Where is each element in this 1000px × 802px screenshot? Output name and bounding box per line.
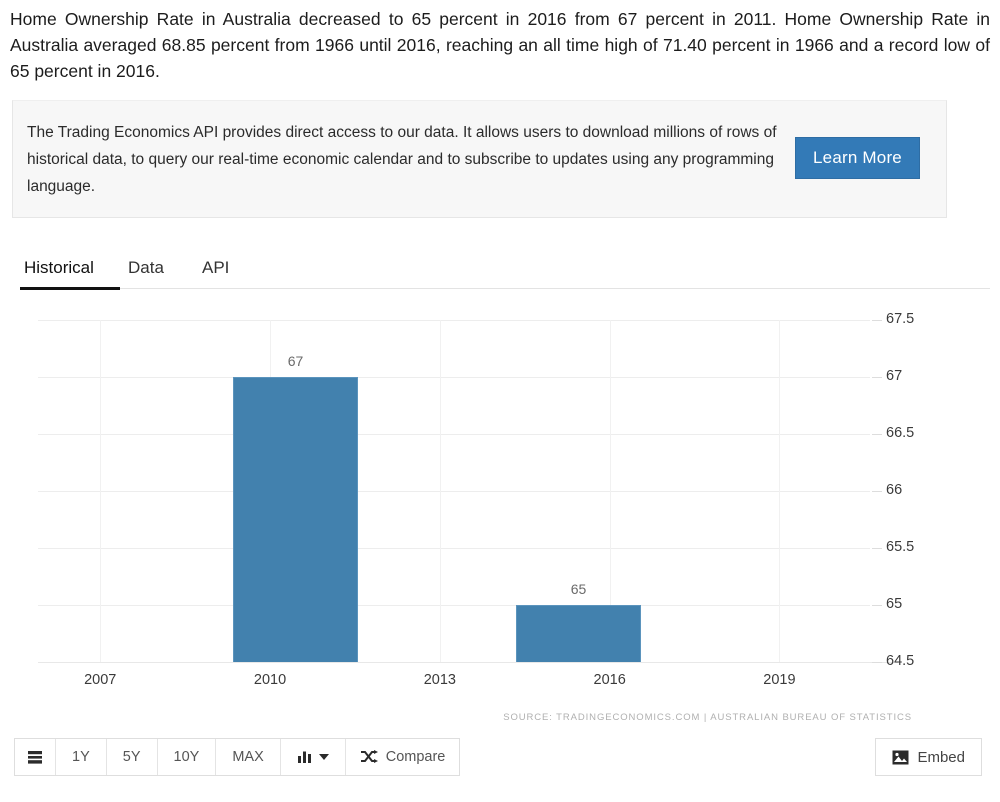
chart-bar-value-label: 67 bbox=[287, 353, 304, 369]
chart-bar[interactable] bbox=[515, 605, 642, 662]
y-axis-tick bbox=[872, 662, 882, 663]
y-axis-tick bbox=[872, 377, 882, 378]
x-axis-label: 2016 bbox=[593, 672, 626, 688]
caret-down-icon bbox=[318, 753, 329, 761]
y-axis-label: 66.5 bbox=[886, 425, 915, 441]
compare-button[interactable]: Compare bbox=[345, 739, 460, 775]
embed-button[interactable]: Embed bbox=[875, 738, 982, 776]
y-axis-label: 65.5 bbox=[886, 539, 915, 555]
x-axis-line bbox=[38, 662, 898, 663]
tab-bar-divider bbox=[120, 288, 990, 289]
x-axis-label: 2013 bbox=[423, 672, 456, 688]
range-max-button[interactable]: MAX bbox=[216, 739, 281, 775]
x-axis-label: 2010 bbox=[253, 672, 287, 688]
tab-bar: Historical Data API bbox=[10, 248, 990, 290]
list-icon bbox=[27, 750, 43, 765]
page-root: Home Ownership Rate in Australia decreas… bbox=[0, 0, 1000, 802]
chart-container[interactable]: SOURCE: TRADINGECONOMICS.COM | AUSTRALIA… bbox=[10, 296, 990, 726]
chart-gridline-horizontal bbox=[38, 377, 870, 378]
tab-data[interactable]: Data bbox=[124, 248, 168, 288]
intro-paragraph: Home Ownership Rate in Australia decreas… bbox=[10, 9, 990, 81]
range-5y-button[interactable]: 5Y bbox=[106, 739, 158, 775]
chart-plot-area[interactable] bbox=[38, 320, 870, 663]
active-tab-underline bbox=[20, 287, 120, 290]
chart-bar[interactable] bbox=[232, 377, 359, 662]
chart-gridline-horizontal bbox=[38, 434, 870, 435]
y-axis-label: 65 bbox=[886, 596, 903, 612]
chart-gridline-vertical bbox=[100, 320, 102, 662]
bar-chart-icon bbox=[297, 750, 313, 764]
chart-gridline-vertical bbox=[779, 320, 781, 662]
image-icon bbox=[892, 750, 909, 765]
chart-gridline-vertical bbox=[439, 320, 441, 662]
chart-type-dropdown[interactable] bbox=[280, 739, 346, 775]
y-axis-tick bbox=[872, 548, 882, 549]
chart-gridline-horizontal bbox=[38, 548, 870, 549]
learn-more-button[interactable]: Learn More bbox=[795, 137, 920, 179]
api-promo-banner: The Trading Economics API provides direc… bbox=[12, 100, 947, 218]
range-10y-button[interactable]: 10Y bbox=[157, 739, 217, 775]
chart-bar-value-label: 65 bbox=[570, 581, 587, 597]
chart-gridline-horizontal bbox=[38, 491, 870, 492]
api-promo-text: The Trading Economics API provides direc… bbox=[27, 124, 777, 195]
chart-toolbar[interactable]: 1Y 5Y 10Y MAX Compare bbox=[14, 738, 461, 776]
x-axis-label: 2019 bbox=[763, 672, 796, 688]
y-axis-label: 64.5 bbox=[886, 653, 915, 669]
y-axis-label: 67 bbox=[886, 368, 903, 384]
y-axis-tick bbox=[872, 605, 882, 606]
embed-label: Embed bbox=[917, 748, 965, 766]
tab-api[interactable]: API bbox=[198, 248, 233, 288]
range-1y-button[interactable]: 1Y bbox=[56, 739, 107, 775]
chart-gridline-horizontal bbox=[38, 605, 870, 606]
x-axis-label: 2007 bbox=[84, 672, 117, 688]
y-axis-tick bbox=[872, 491, 882, 492]
compare-label: Compare bbox=[385, 749, 446, 765]
tab-historical[interactable]: Historical bbox=[20, 248, 98, 288]
list-view-button[interactable] bbox=[15, 739, 56, 775]
y-axis-tick bbox=[872, 434, 882, 435]
y-axis-tick bbox=[872, 320, 882, 321]
chart-gridline-horizontal bbox=[38, 320, 870, 321]
y-axis-label: 66 bbox=[886, 482, 903, 498]
y-axis-label: 67.5 bbox=[886, 311, 915, 327]
shuffle-icon bbox=[360, 750, 378, 764]
chart-source-note: SOURCE: TRADINGECONOMICS.COM | AUSTRALIA… bbox=[503, 712, 912, 723]
